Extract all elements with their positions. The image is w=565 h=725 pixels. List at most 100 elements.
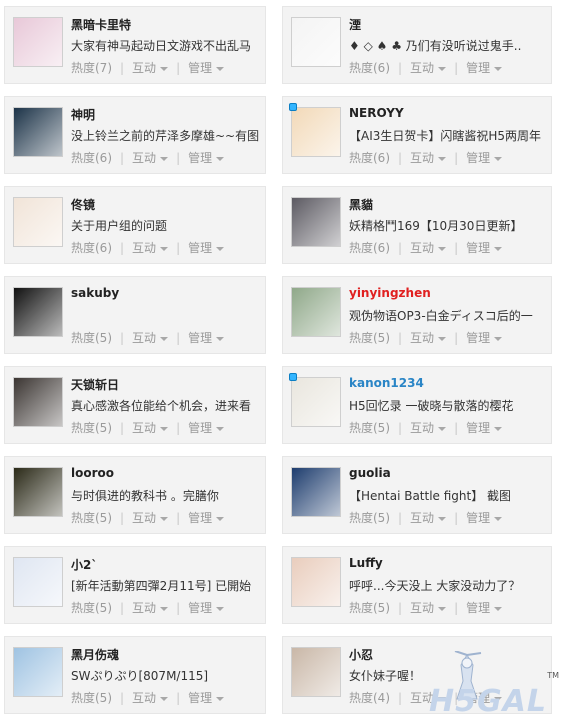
heat-count: 热度(5) xyxy=(349,421,390,435)
avatar[interactable] xyxy=(13,647,63,697)
interact-dropdown[interactable]: 互动 xyxy=(410,601,447,615)
interact-dropdown[interactable]: 互动 xyxy=(410,241,447,255)
latest-post-link[interactable]: 没上铃兰之前的芹泽多摩雄~~有图 xyxy=(71,127,261,144)
card-actions: 热度(6) | 互动 | 管理 xyxy=(71,149,225,166)
interact-label: 互动 xyxy=(410,151,435,165)
username-link[interactable]: guolia xyxy=(349,466,391,480)
manage-dropdown[interactable]: 管理 xyxy=(466,151,503,165)
divider: | xyxy=(454,331,459,345)
avatar[interactable] xyxy=(13,17,63,67)
avatar[interactable] xyxy=(13,197,63,247)
username-link[interactable]: 佟镜 xyxy=(71,196,95,213)
latest-post-link[interactable]: ♦ ◇ ♠ ♣ 乃们有没听说过鬼手.. xyxy=(349,37,545,54)
username-link[interactable]: 湮 xyxy=(349,16,361,33)
avatar[interactable] xyxy=(13,467,63,517)
interact-dropdown[interactable]: 互动 xyxy=(410,61,447,75)
manage-dropdown[interactable]: 管理 xyxy=(188,601,225,615)
username-link[interactable]: kanon1234 xyxy=(349,376,424,390)
avatar[interactable] xyxy=(291,647,341,697)
username-link[interactable]: sakuby xyxy=(71,286,119,300)
username-link[interactable]: 天锁斩日 xyxy=(71,376,119,393)
manage-dropdown[interactable]: 管理 xyxy=(188,241,225,255)
interact-dropdown[interactable]: 互动 xyxy=(132,601,169,615)
manage-dropdown[interactable]: 管理 xyxy=(188,151,225,165)
manage-dropdown[interactable]: 管理 xyxy=(188,511,225,525)
latest-post-link[interactable]: 大家有神马起动日文游戏不出乱马 xyxy=(71,37,261,54)
avatar[interactable] xyxy=(291,17,341,67)
chevron-down-icon xyxy=(438,246,447,251)
chevron-down-icon xyxy=(438,606,447,611)
interact-dropdown[interactable]: 互动 xyxy=(132,241,169,255)
latest-post-link[interactable]: H5回忆录 一破晓与散落的樱花 xyxy=(349,397,545,414)
latest-post-link[interactable]: 呼呼...今天没上 大家没动力了？ xyxy=(349,577,545,594)
chevron-down-icon xyxy=(160,606,169,611)
interact-dropdown[interactable]: 互动 xyxy=(132,421,169,435)
interact-dropdown[interactable]: 互动 xyxy=(410,421,447,435)
chevron-down-icon xyxy=(160,696,169,701)
manage-dropdown[interactable]: 管理 xyxy=(188,421,225,435)
interact-dropdown[interactable]: 互动 xyxy=(410,151,447,165)
online-status-icon xyxy=(289,373,297,381)
username-link[interactable]: looroo xyxy=(71,466,114,480)
manage-dropdown[interactable]: 管理 xyxy=(466,331,503,345)
avatar[interactable] xyxy=(291,557,341,607)
manage-dropdown[interactable]: 管理 xyxy=(466,421,503,435)
avatar[interactable] xyxy=(291,107,341,157)
interact-dropdown[interactable]: 互动 xyxy=(132,511,169,525)
manage-dropdown[interactable]: 管理 xyxy=(466,511,503,525)
latest-post-link[interactable]: [新年活動第四彈2月11号] 已開始 xyxy=(71,577,261,594)
divider: | xyxy=(176,241,181,255)
avatar[interactable] xyxy=(291,467,341,517)
interact-dropdown[interactable]: 互动 xyxy=(132,61,169,75)
avatar[interactable] xyxy=(13,557,63,607)
manage-dropdown[interactable]: 管理 xyxy=(466,601,503,615)
username-link[interactable]: 黑貓 xyxy=(349,196,373,213)
latest-post-link[interactable]: 关于用户组的问题 xyxy=(71,217,261,234)
interact-dropdown[interactable]: 互动 xyxy=(132,151,169,165)
card-actions: 热度(7) | 互动 | 管理 xyxy=(71,59,225,76)
user-card: 天锁斩日 真心感激各位能给个机会，进来看 热度(5) | 互动 | 管理 xyxy=(4,366,266,444)
interact-label: 互动 xyxy=(132,331,157,345)
manage-dropdown[interactable]: 管理 xyxy=(188,61,225,75)
interact-dropdown[interactable]: 互动 xyxy=(132,331,169,345)
latest-post-link[interactable]: 妖精格鬥169【10月30日更新】 xyxy=(349,217,545,234)
watermark-text: H5GAL xyxy=(429,684,547,719)
chevron-down-icon xyxy=(160,66,169,71)
card-actions: 热度(5) | 互动 | 管理 xyxy=(71,689,225,706)
username-link[interactable]: NEROYY xyxy=(349,106,404,120)
interact-label: 互动 xyxy=(410,61,435,75)
divider: | xyxy=(398,511,403,525)
chevron-down-icon xyxy=(216,696,225,701)
manage-dropdown[interactable]: 管理 xyxy=(188,331,225,345)
avatar[interactable] xyxy=(291,287,341,337)
latest-post-link[interactable]: 【AI3生日贺卡】闪瞎酱祝H5两周年 xyxy=(349,127,545,144)
username-link[interactable]: 黑暗卡里特 xyxy=(71,16,131,33)
avatar[interactable] xyxy=(291,377,341,427)
latest-post-link[interactable]: 与时俱进的教科书 。完膳你 xyxy=(71,487,261,504)
username-link[interactable]: 神明 xyxy=(71,106,95,123)
interact-dropdown[interactable]: 互动 xyxy=(132,691,169,705)
manage-dropdown[interactable]: 管理 xyxy=(466,241,503,255)
username-link[interactable]: Luffy xyxy=(349,556,383,570)
username-link[interactable]: 小2` xyxy=(71,556,97,573)
latest-post-link[interactable]: SWぷりぷり[807M/115] xyxy=(71,667,261,684)
avatar[interactable] xyxy=(13,377,63,427)
latest-post-link[interactable]: 真心感激各位能给个机会，进来看 xyxy=(71,397,261,414)
username-link[interactable]: 小忍 xyxy=(349,646,373,663)
manage-dropdown[interactable]: 管理 xyxy=(188,691,225,705)
watermark-tm: TM xyxy=(547,671,559,680)
avatar[interactable] xyxy=(13,287,63,337)
user-card: sakuby 热度(5) | 互动 | 管理 xyxy=(4,276,266,354)
username-link[interactable]: yinyingzhen xyxy=(349,286,431,300)
avatar[interactable] xyxy=(291,197,341,247)
username-link[interactable]: 黑月伤魂 xyxy=(71,646,119,663)
avatar[interactable] xyxy=(13,107,63,157)
latest-post-link[interactable]: 【Hentai Battle fight】 截图 xyxy=(349,487,545,504)
latest-post-link[interactable]: 观伪物语OP3-白金ディスコ后的一 xyxy=(349,307,545,324)
interact-dropdown[interactable]: 互动 xyxy=(410,331,447,345)
heat-count: 热度(4) xyxy=(349,691,390,705)
divider: | xyxy=(398,61,403,75)
divider: | xyxy=(454,601,459,615)
interact-dropdown[interactable]: 互动 xyxy=(410,511,447,525)
manage-dropdown[interactable]: 管理 xyxy=(466,61,503,75)
